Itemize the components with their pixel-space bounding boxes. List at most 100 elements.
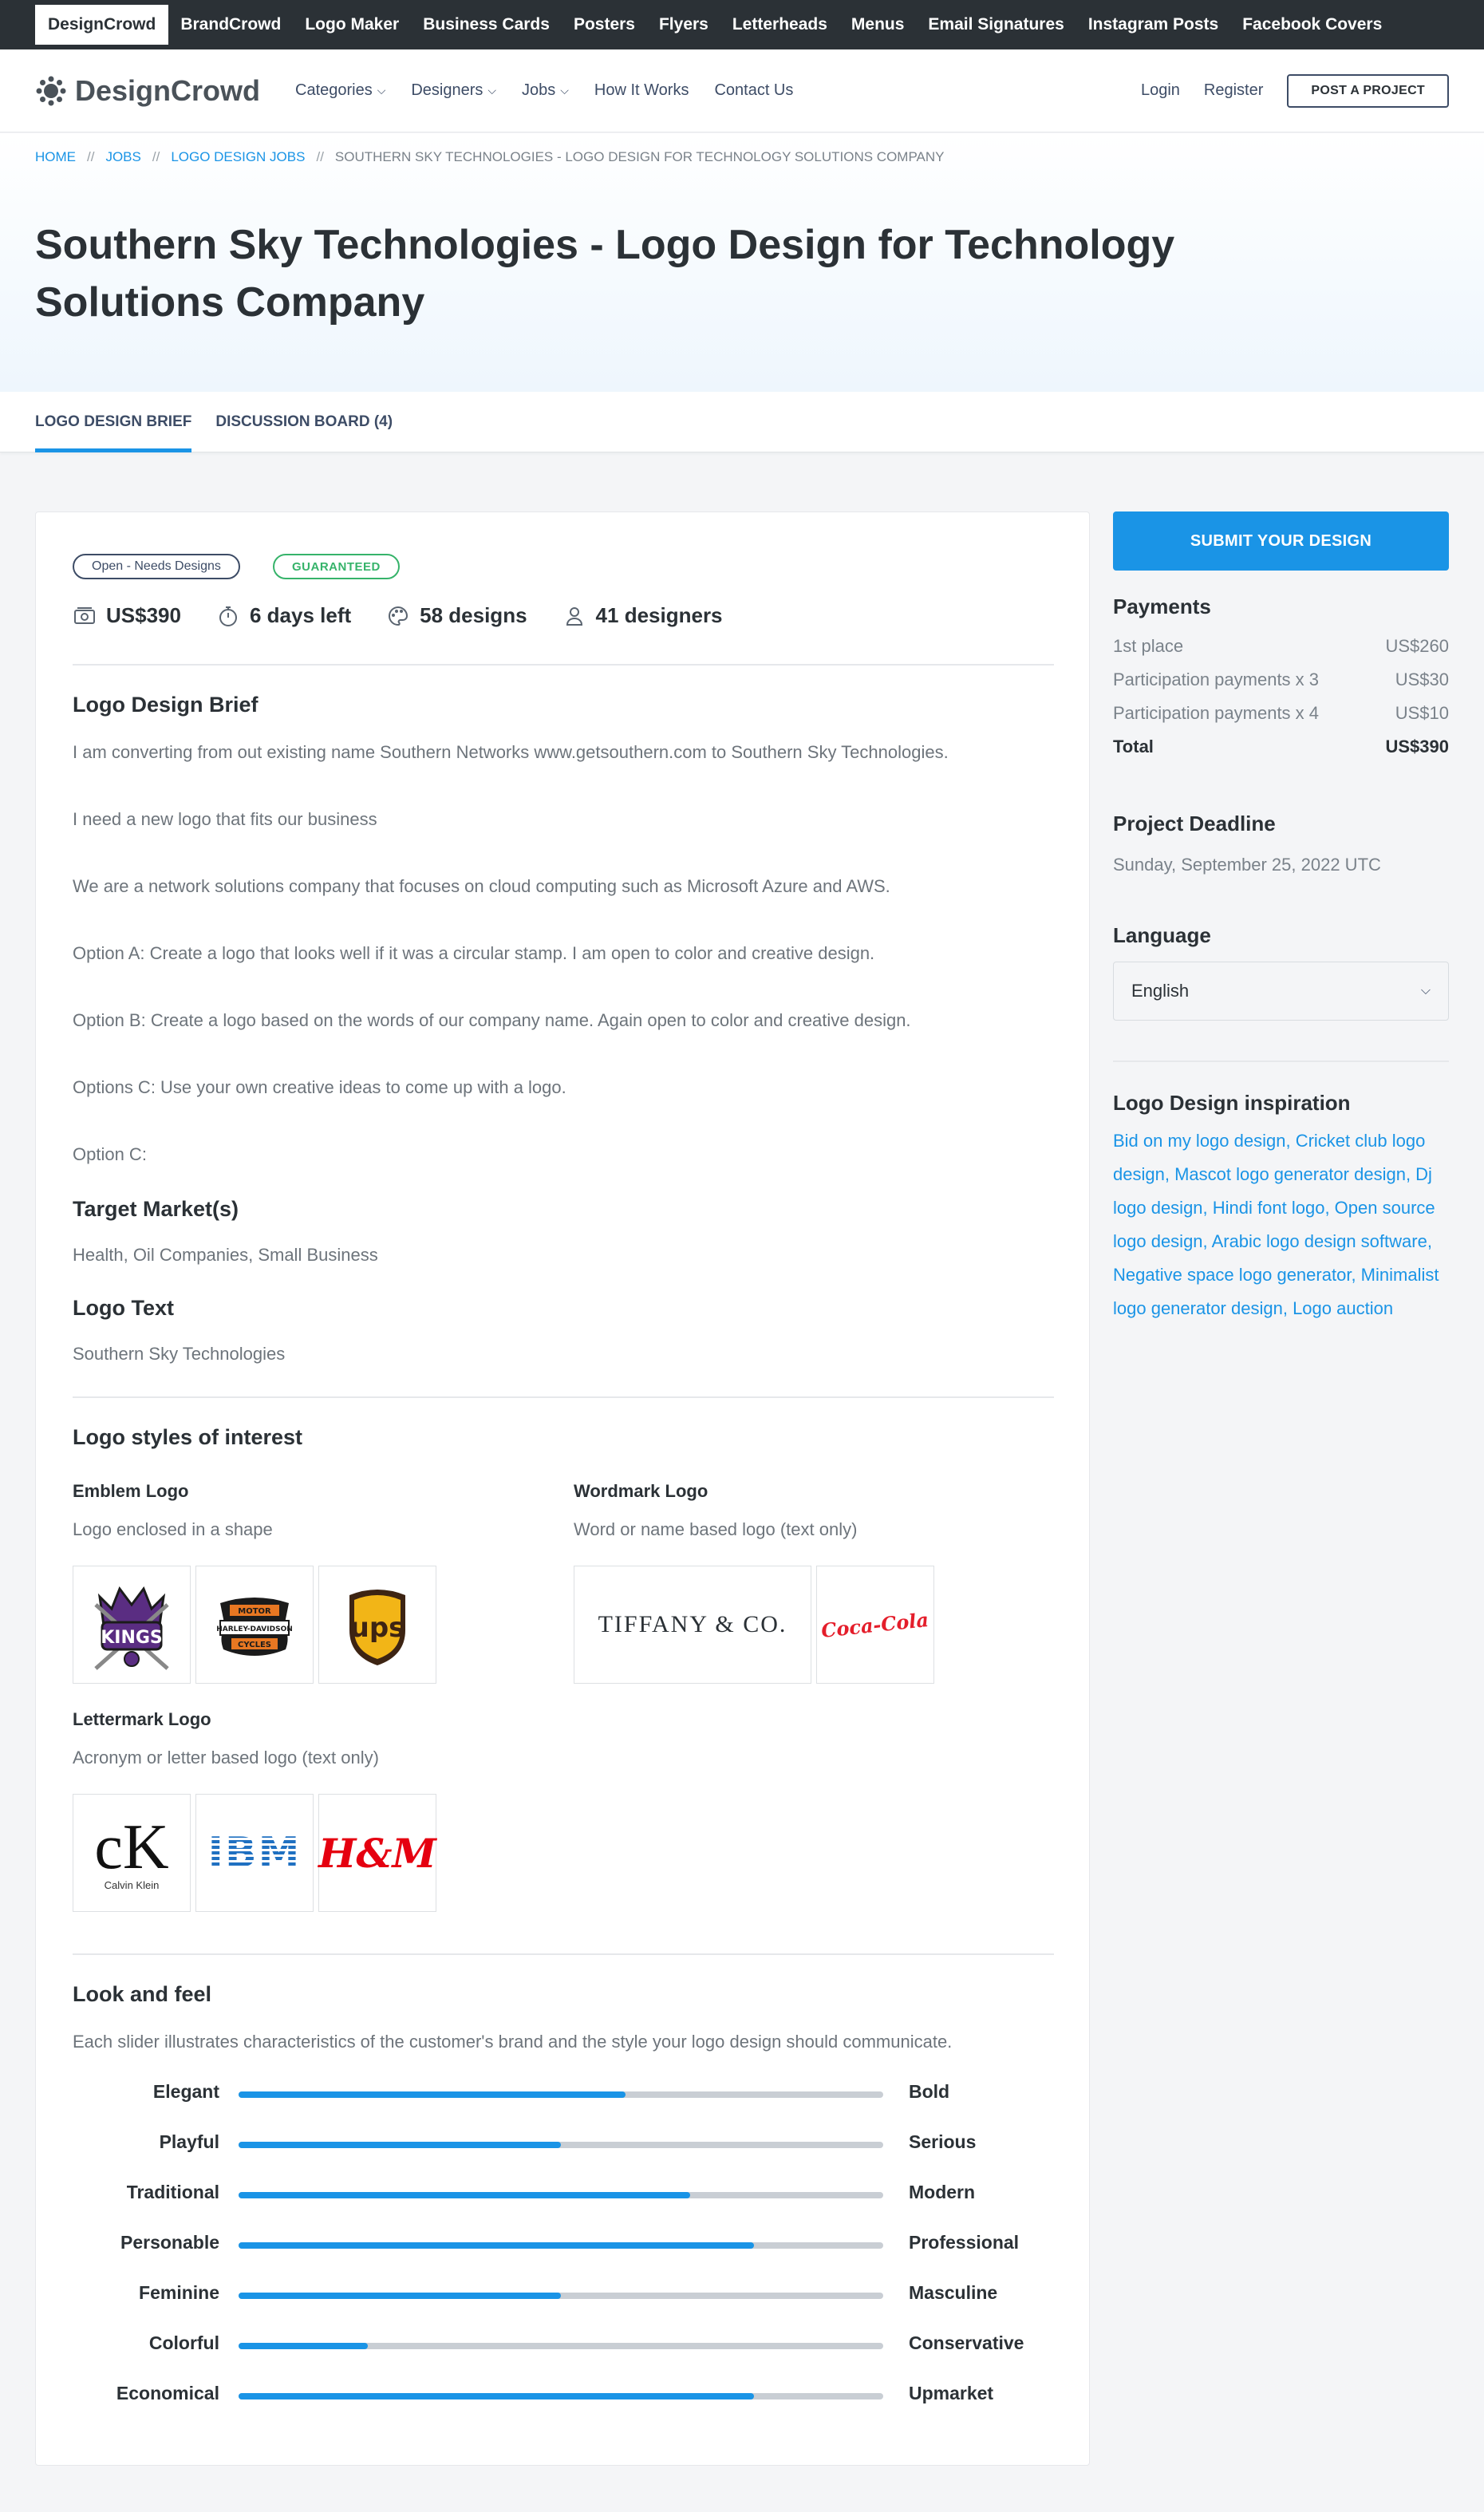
login-link[interactable]: Login <box>1141 81 1180 100</box>
nav-how-it-works[interactable]: How It Works <box>582 81 702 100</box>
lettermark-logo-title: Lettermark Logo <box>73 1709 211 1729</box>
ups-logo-text: ups <box>350 1612 405 1644</box>
topbar-item-posters[interactable]: Posters <box>562 0 647 49</box>
topbar-item-letterheads[interactable]: Letterheads <box>720 0 839 49</box>
nav-jobs-label: Jobs <box>522 81 556 99</box>
slider-left-label: Colorful <box>148 2332 219 2353</box>
payment-row: Participation payments x 3 US$30 <box>1113 669 1449 690</box>
topbar-item-instagram-posts[interactable]: Instagram Posts <box>1076 0 1230 49</box>
brief-paragraph: Option B: Create a logo based on the wor… <box>73 1010 911 1030</box>
topbar-item-designcrowd[interactable]: DesignCrowd <box>35 5 169 45</box>
stopwatch-icon <box>219 606 237 626</box>
breadcrumb: HOME // JOBS // LOGO DESIGN JOBS // SOUT… <box>35 149 945 165</box>
designcrowd-logo[interactable]: DesignCrowd <box>35 74 260 108</box>
lettermark-examples: cK Calvin Klein IBM H&M <box>73 1794 440 1914</box>
inspiration-link[interactable]: Hindi font logo <box>1213 1198 1325 1218</box>
harley-logo-text-middle: HARLEY-DAVIDSON <box>216 1625 293 1633</box>
tab-discussion-board[interactable]: DISCUSSION BOARD (4) <box>215 392 393 452</box>
contest-stats: US$390 6 days left 58 designs 41 designe… <box>73 603 723 628</box>
topbar-item-menus[interactable]: Menus <box>839 0 917 49</box>
deadline-value: Sunday, September 25, 2022 UTC <box>1113 855 1381 875</box>
slider-track <box>239 2343 883 2349</box>
nav-designers[interactable]: Designers ⌵ <box>398 81 509 100</box>
post-project-button[interactable]: POST A PROJECT <box>1287 73 1449 108</box>
total-label: Total <box>1113 737 1154 756</box>
header-actions: Login Register POST A PROJECT <box>1141 73 1449 108</box>
total-amount: US$390 <box>1385 737 1449 756</box>
topbar-item-facebook-covers[interactable]: Facebook Covers <box>1230 0 1394 49</box>
logo-text-title: Logo Text <box>73 1296 174 1320</box>
slider-track <box>239 2393 883 2399</box>
topbar-item-logo-maker[interactable]: Logo Maker <box>293 0 411 49</box>
target-market-text: Health, Oil Companies, Small Business <box>73 1245 378 1265</box>
page-title: Southern Sky Technologies - Logo Design … <box>35 222 1175 326</box>
slider-left-label: Traditional <box>126 2182 219 2202</box>
calvin-klein-logo-text: Calvin Klein <box>104 1878 160 1891</box>
inspiration-link[interactable]: Negative space logo generator <box>1113 1265 1351 1285</box>
kings-logo-text: KINGS <box>101 1628 163 1648</box>
payment-label: Participation payments x 3 <box>1113 669 1320 689</box>
breadcrumb-jobs[interactable]: JOBS <box>105 149 140 165</box>
language-select[interactable]: English ⌵ <box>1113 962 1449 1021</box>
money-icon <box>74 606 95 624</box>
slider-left-label: Playful <box>159 2131 219 2152</box>
breadcrumb-home[interactable]: HOME <box>35 149 76 165</box>
cocacola-logo-text: Coca-Cola <box>820 1607 930 1642</box>
topbar-item-email-signatures[interactable]: Email Signatures <box>916 0 1076 49</box>
slider-right-label: Conservative <box>909 2332 1024 2353</box>
slider-elegant-bold: Elegant Bold <box>36 2081 1091 2113</box>
slider-track <box>239 2242 883 2249</box>
page-hero: HOME // JOBS // LOGO DESIGN JOBS // SOUT… <box>0 133 1484 392</box>
guaranteed-badge: GUARANTEED <box>273 554 400 579</box>
slider-personable-professional: Personable Professional <box>36 2232 1091 2264</box>
breadcrumb-logo-design-jobs[interactable]: LOGO DESIGN JOBS <box>171 149 305 165</box>
logo-styles-title: Logo styles of interest <box>73 1425 303 1449</box>
nav-categories-label: Categories <box>295 81 373 99</box>
inspiration-link[interactable]: Logo auction <box>1293 1298 1393 1318</box>
language-selected: English <box>1131 981 1190 1001</box>
slider-right-label: Modern <box>909 2182 976 2202</box>
inspiration-link[interactable]: Bid on my logo design <box>1113 1131 1285 1151</box>
top-product-bar: DesignCrowd BrandCrowd Logo Maker Busine… <box>0 0 1484 49</box>
status-badge: Open - Needs Designs <box>73 554 240 579</box>
target-market-title: Target Market(s) <box>73 1197 239 1221</box>
prize-amount: US$390 <box>106 603 181 627</box>
harley-logo-text-top: MOTOR <box>238 1607 271 1616</box>
inspiration-link[interactable]: Arabic logo design software <box>1212 1231 1427 1251</box>
designcrowd-logo-icon <box>35 75 67 107</box>
slider-left-label: Economical <box>116 2383 219 2403</box>
stat-designs: 58 designs <box>386 603 527 628</box>
slider-economical-upmarket: Economical Upmarket <box>36 2383 1091 2415</box>
slider-fill <box>239 2293 561 2299</box>
nav-categories[interactable]: Categories ⌵ <box>282 81 398 100</box>
slider-track <box>239 2142 883 2148</box>
slider-right-label: Serious <box>909 2131 977 2152</box>
register-link[interactable]: Register <box>1204 81 1263 100</box>
slider-track <box>239 2293 883 2299</box>
slider-track <box>239 2091 883 2098</box>
slider-fill <box>239 2343 368 2349</box>
breadcrumb-separator: // <box>87 149 95 164</box>
time-left: 6 days left <box>249 603 352 627</box>
example-hm-logo: H&M <box>318 1794 436 1912</box>
slider-right-label: Professional <box>909 2232 1020 2253</box>
inspiration-link[interactable]: Mascot logo generator design <box>1174 1164 1406 1184</box>
lettermark-logo-desc: Acronym or letter based logo (text only) <box>73 1748 379 1767</box>
topbar-item-business-cards[interactable]: Business Cards <box>411 0 562 49</box>
palette-icon <box>389 606 408 626</box>
payments-title: Payments <box>1113 594 1211 618</box>
topbar-item-brandcrowd[interactable]: BrandCrowd <box>168 0 293 49</box>
slider-traditional-modern: Traditional Modern <box>36 2182 1091 2214</box>
designcrowd-logo-text: DesignCrowd <box>75 73 261 107</box>
stat-time-left: 6 days left <box>216 603 351 628</box>
stat-designers: 41 designers <box>562 603 723 628</box>
tab-logo-design-brief[interactable]: LOGO DESIGN BRIEF <box>35 392 192 452</box>
deadline-title: Project Deadline <box>1113 812 1276 835</box>
inspiration-title: Logo Design inspiration <box>1113 1091 1351 1115</box>
topbar-item-flyers[interactable]: Flyers <box>647 0 720 49</box>
main-nav: Categories ⌵ Designers ⌵ Jobs ⌵ How It Work… <box>282 81 806 100</box>
payment-label: Participation payments x 4 <box>1113 703 1320 723</box>
nav-jobs[interactable]: Jobs ⌵ <box>509 81 582 100</box>
nav-contact-us[interactable]: Contact Us <box>701 81 806 100</box>
submit-design-button[interactable]: SUBMIT YOUR DESIGN <box>1113 511 1449 571</box>
